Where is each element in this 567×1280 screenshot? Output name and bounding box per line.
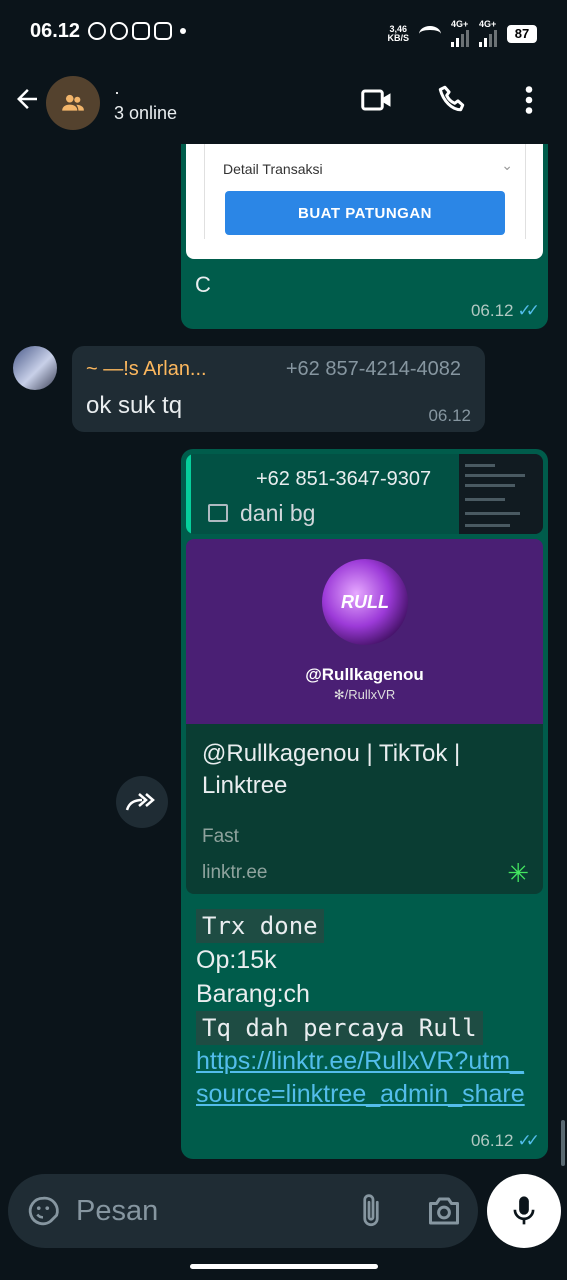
message-text: ok suk tq [86, 392, 183, 419]
network-type-1: 4G+ [451, 19, 469, 29]
attach-icon[interactable] [356, 1192, 386, 1230]
app-notification-icon [132, 22, 151, 40]
message-line: Trx done [196, 909, 324, 943]
speed-unit: KB/S [387, 32, 409, 43]
notification-icons [88, 22, 187, 40]
more-options-icon[interactable] [511, 82, 547, 118]
quoted-message[interactable]: +62 851-3647-9307 dani bg [186, 454, 543, 534]
signal-2: 4G+ [479, 20, 497, 47]
outgoing-message-link[interactable]: +62 851-3647-9307 dani bg RULL @Rullkage… [181, 449, 548, 1159]
message-line: Tq dah percaya Rull [196, 1011, 483, 1045]
header-actions [359, 82, 547, 118]
wifi-icon [419, 25, 441, 42]
camera-icon[interactable] [426, 1194, 462, 1228]
video-call-icon[interactable] [359, 82, 395, 118]
message-time: 06.12 [470, 1131, 514, 1150]
chat-area[interactable]: Detail Transaksi ⌄ BUAT PATUNGAN C 06.12… [0, 144, 567, 1174]
chat-title: · [114, 82, 120, 102]
battery-indicator: 87 [507, 24, 537, 43]
quoted-thumbnail [459, 454, 543, 534]
read-receipt-icon: ✓✓ [517, 301, 540, 320]
group-icon [62, 94, 84, 111]
link-preview-details[interactable]: @Rullkagenou | TikTok | Linktree Fast li… [186, 724, 543, 894]
quoted-sender: +62 851-3647-9307 [256, 468, 432, 490]
message-line: Op:15k [196, 946, 277, 974]
voice-record-button[interactable] [487, 1174, 561, 1248]
outgoing-message-card[interactable]: Detail Transaksi ⌄ BUAT PATUNGAN C 06.12… [181, 144, 548, 329]
composer [8, 1174, 478, 1248]
network-speed: 3,46 KB/S [387, 24, 409, 43]
emoji-sticker-icon[interactable] [26, 1194, 60, 1228]
back-arrow-icon[interactable] [12, 84, 44, 122]
signal-1: 4G+ [451, 20, 469, 47]
message-meta: 06.12 ✓✓ [470, 1131, 540, 1151]
signal-bars-2-icon [479, 29, 497, 47]
message-text: C [195, 272, 211, 297]
more-notifications-dot [180, 28, 187, 34]
message-input[interactable] [76, 1192, 336, 1230]
card-inner: Detail Transaksi ⌄ BUAT PATUNGAN [204, 144, 526, 239]
chat-title-area[interactable]: · 3 online [114, 82, 177, 124]
signal-bars-1-icon [451, 29, 469, 47]
home-indicator[interactable] [190, 1264, 378, 1269]
status-bar: 06.12 3,46 KB/S 4G+ 4G+ 87 [0, 0, 567, 62]
scrollbar[interactable] [561, 1120, 565, 1166]
message-meta: 06.12 ✓✓ [470, 301, 540, 321]
status-right: 3,46 KB/S 4G+ 4G+ 87 [387, 20, 537, 47]
message-link[interactable]: https://linktr.ee/RullxVR?utm_source=lin… [196, 1045, 536, 1111]
preview-domain: linktr.ee [202, 862, 268, 883]
sender-phone: +62 857-4214-4082 [285, 358, 461, 380]
chat-header: · 3 online [0, 62, 567, 144]
quoted-text: dani bg [240, 500, 316, 526]
linktree-logo-icon: ✳ [507, 858, 529, 888]
logo-text: RULL [341, 591, 389, 612]
microphone-icon [513, 1196, 535, 1225]
incoming-message[interactable]: ~ —!s Arlan... +62 857-4214-4082 ok suk … [72, 346, 485, 432]
message-time: 06.12 [428, 406, 471, 425]
message-line: Barang:ch [196, 980, 310, 1008]
card-action-button[interactable]: BUAT PATUNGAN [225, 191, 505, 235]
forward-icon [125, 793, 155, 811]
preview-sub: ✻/RullxVR [333, 687, 396, 702]
image-icon [208, 504, 228, 522]
sender-name[interactable]: ~ —!s Arlan... [86, 358, 207, 381]
sender-avatar[interactable] [13, 346, 57, 390]
voice-call-icon[interactable] [435, 82, 471, 118]
message-body: Trx done Op:15k Barang:ch Tq dah percaya… [196, 909, 536, 1111]
network-type-2: 4G+ [479, 19, 497, 29]
message-time: 06.12 [470, 301, 514, 320]
whatsapp-icon [88, 22, 107, 40]
group-avatar[interactable] [46, 76, 100, 130]
whatsapp-business-icon [110, 22, 129, 40]
preview-handle: @Rullkagenou [305, 665, 424, 684]
preview-title: @Rullkagenou | TikTok | Linktree [202, 740, 461, 799]
preview-description: Fast [202, 826, 239, 847]
quote-bar [186, 454, 191, 534]
read-receipt-icon: ✓✓ [517, 1131, 540, 1150]
profile-logo: RULL [322, 559, 408, 645]
shared-card-preview[interactable]: Detail Transaksi ⌄ BUAT PATUNGAN [186, 144, 543, 259]
chat-notification-icon [154, 22, 173, 40]
link-preview-image[interactable]: RULL @Rullkagenou ✻/RullxVR [186, 539, 543, 724]
card-label: Detail Transaksi [223, 161, 323, 177]
online-status: 3 online [114, 103, 178, 123]
forward-button[interactable] [116, 776, 168, 828]
status-time: 06.12 [30, 19, 81, 42]
chevron-down-icon: ⌄ [501, 157, 513, 173]
